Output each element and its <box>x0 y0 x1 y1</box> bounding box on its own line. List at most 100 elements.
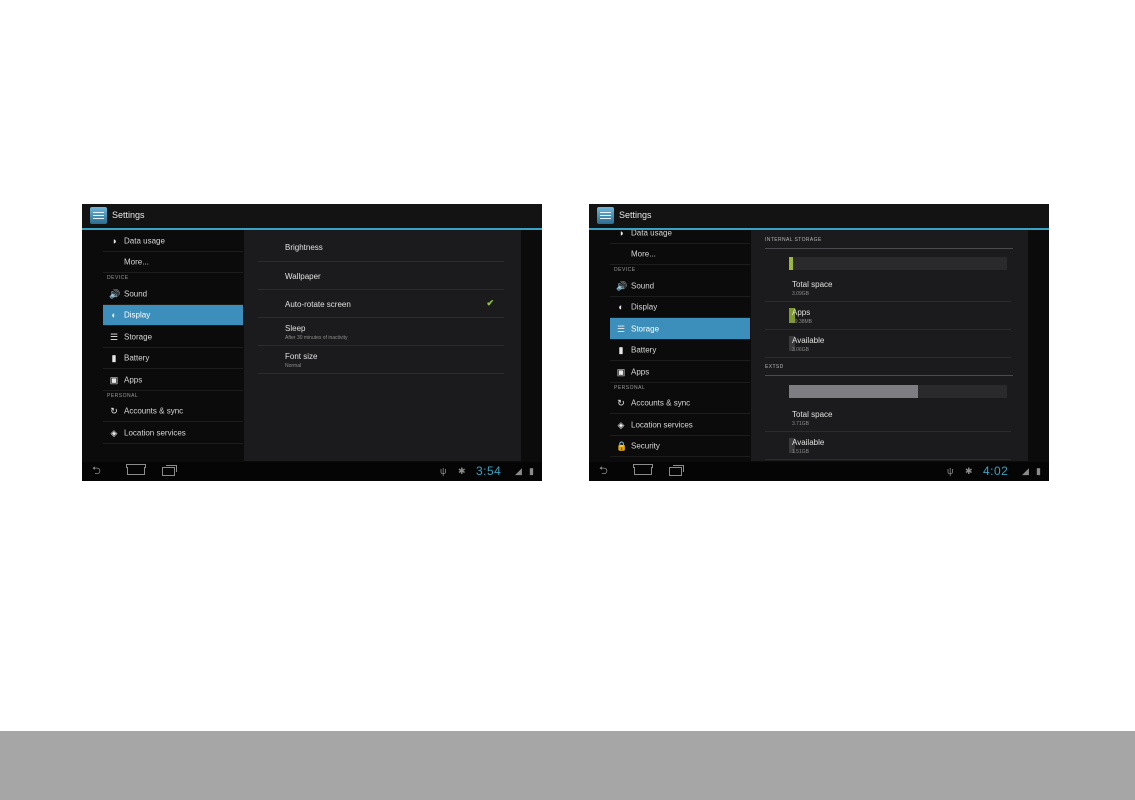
sidebar-item-label: Battery <box>631 345 657 355</box>
footer-band <box>0 731 1135 800</box>
home-icon[interactable] <box>126 464 146 475</box>
system-navigation-bar: ⮌ ψ ✱ 4:02 ◢ ▮ <box>589 462 1049 481</box>
apps-icon: ▣ <box>109 374 119 385</box>
setting-font-size[interactable]: Font size Normal <box>258 346 504 374</box>
home-icon[interactable] <box>633 464 653 475</box>
recent-apps-icon[interactable] <box>162 465 177 476</box>
battery-status-icon: ▮ <box>529 466 534 476</box>
signal-icon: ◢ <box>515 466 522 476</box>
data-usage-icon: ◑ <box>618 230 624 238</box>
storage-total-space[interactable]: Total space 3.09GB <box>765 274 1011 302</box>
auto-rotate-checkbox[interactable]: ✔ <box>486 298 494 309</box>
sidebar-item-storage[interactable]: ☰ Storage <box>610 318 750 340</box>
display-settings-screenshot: Settings ◑ Data usage More... DEVICE 🔊 Sound ◐… <box>82 204 542 481</box>
app-title: Settings <box>619 210 652 220</box>
storage-item-value: 1.51GB <box>792 449 809 455</box>
sidebar-item-security[interactable]: 🔒 Security <box>610 436 750 457</box>
android-debug-icon: ✱ <box>458 466 466 476</box>
storage-item-value: 3.71GB <box>792 421 809 427</box>
section-header-personal: PERSONAL <box>614 384 646 391</box>
action-bar: Settings <box>82 204 542 230</box>
system-navigation-bar: ⮌ ψ ✱ 3:54 ◢ ▮ <box>82 462 542 481</box>
section-header-personal: PERSONAL <box>107 392 139 399</box>
data-usage-icon: ◑ <box>111 235 117 246</box>
internal-storage-bar <box>789 257 1007 270</box>
storage-apps[interactable]: Apps 29.38MB <box>765 302 1011 330</box>
sidebar-item-label: Sound <box>631 281 655 291</box>
setting-title: Brightness <box>285 243 323 252</box>
settings-app-icon[interactable] <box>90 207 107 224</box>
storage-available[interactable]: Available 1.51GB <box>765 432 1011 460</box>
sidebar-item-more[interactable]: More... <box>103 252 243 273</box>
battery-icon: ▮ <box>111 353 117 364</box>
settings-app-icon[interactable] <box>597 207 614 224</box>
sidebar-item-apps[interactable]: ▣ Apps <box>610 361 750 383</box>
sidebar-item-label: Location services <box>124 428 186 438</box>
status-clock: 4:02 <box>983 464 1009 478</box>
usb-icon: ψ <box>440 466 447 476</box>
sound-icon: 🔊 <box>616 280 628 291</box>
setting-wallpaper[interactable]: Wallpaper <box>258 262 504 290</box>
settings-sidebar: ◑ Data usage More... DEVICE 🔊 Sound ◐ Display ☰ S… <box>82 230 244 461</box>
sidebar-item-accounts-sync[interactable]: ↻ Accounts & sync <box>103 401 243 422</box>
sidebar-item-location-services[interactable]: ◈ Location services <box>610 414 750 436</box>
setting-brightness[interactable]: Brightness <box>258 233 504 262</box>
extsd-used-fill <box>789 385 918 398</box>
storage-settings-panel: INTERNAL STORAGE EXTSD Total space 3.09GB… <box>751 230 1028 461</box>
signal-icon: ◢ <box>1022 466 1029 476</box>
setting-title: Font size <box>285 352 318 361</box>
setting-title: Sleep <box>285 324 306 333</box>
sidebar-item-label: Accounts & sync <box>631 398 691 408</box>
sidebar-item-battery[interactable]: ▮ Battery <box>610 340 750 361</box>
setting-auto-rotate-screen[interactable]: Auto-rotate screen ✔ <box>258 290 504 318</box>
setting-sleep[interactable]: Sleep After 30 minutes of inactivity <box>258 318 504 346</box>
sidebar-item-label: Storage <box>124 332 153 342</box>
sidebar-item-label: Accounts & sync <box>124 406 184 416</box>
extsd-storage-bar <box>789 385 1007 398</box>
storage-total-space[interactable]: Total space 3.71GB <box>765 404 1011 432</box>
display-icon: ◐ <box>618 302 624 313</box>
sidebar-item-sound[interactable]: 🔊 Sound <box>610 275 750 297</box>
sidebar-item-apps[interactable]: ▣ Apps <box>103 369 243 391</box>
back-icon[interactable]: ⮌ <box>599 464 608 478</box>
storage-available[interactable]: Available 3.06GB <box>765 330 1011 358</box>
storage-item-title: Total space <box>792 280 833 289</box>
sidebar-item-storage[interactable]: ☰ Storage <box>103 326 243 348</box>
settings-sidebar: ◑ Data usage More... DEVICE 🔊 Sound ◐ Display ☰ S… <box>589 230 751 461</box>
storage-item-title: Available <box>792 438 825 447</box>
sidebar-item-label: Battery <box>124 353 150 363</box>
setting-title: Auto-rotate screen <box>285 300 351 309</box>
sidebar-item-accounts-sync[interactable]: ↻ Accounts & sync <box>610 393 750 414</box>
setting-summary: After 30 minutes of inactivity <box>285 335 348 341</box>
sidebar-item-location-services[interactable]: ◈ Location services <box>103 422 243 444</box>
display-settings-panel: Brightness Wallpaper Auto-rotate screen ✔ Sl… <box>244 230 521 461</box>
sidebar-item-more[interactable]: More... <box>610 244 750 265</box>
sidebar-item-sound[interactable]: 🔊 Sound <box>103 283 243 305</box>
storage-settings-screenshot: Settings ◑ Data usage More... DEVICE 🔊 Sound ◐… <box>589 204 1049 481</box>
android-debug-icon: ✱ <box>965 466 973 476</box>
sidebar-item-data-usage[interactable]: ◑ Data usage <box>103 230 243 252</box>
sidebar-item-label: Apps <box>631 367 650 377</box>
status-clock: 3:54 <box>476 464 502 478</box>
battery-status-icon: ▮ <box>1036 466 1041 476</box>
sidebar-item-label: More... <box>631 249 656 259</box>
sidebar-item-label: Security <box>631 441 660 451</box>
location-icon: ◈ <box>110 427 118 438</box>
sync-icon: ↻ <box>617 398 625 409</box>
sidebar-item-label: Storage <box>631 324 660 334</box>
sidebar-item-battery[interactable]: ▮ Battery <box>103 348 243 369</box>
recent-apps-icon[interactable] <box>669 465 684 476</box>
section-header-device: DEVICE <box>614 267 636 273</box>
internal-used-fill <box>789 257 794 270</box>
sidebar-item-label: Location services <box>631 420 693 430</box>
location-icon: ◈ <box>617 419 625 430</box>
apps-icon: ▣ <box>616 366 626 377</box>
storage-item-value: 3.06GB <box>792 347 809 353</box>
storage-item-value: 3.09GB <box>792 291 809 297</box>
sidebar-item-data-usage[interactable]: ◑ Data usage <box>610 230 750 244</box>
sidebar-item-label: More... <box>124 257 149 267</box>
sidebar-item-display[interactable]: ◐ Display <box>610 297 750 318</box>
sidebar-item-label: Apps <box>124 375 143 385</box>
sidebar-item-display[interactable]: ◐ Display <box>103 304 243 326</box>
back-icon[interactable]: ⮌ <box>92 464 101 478</box>
